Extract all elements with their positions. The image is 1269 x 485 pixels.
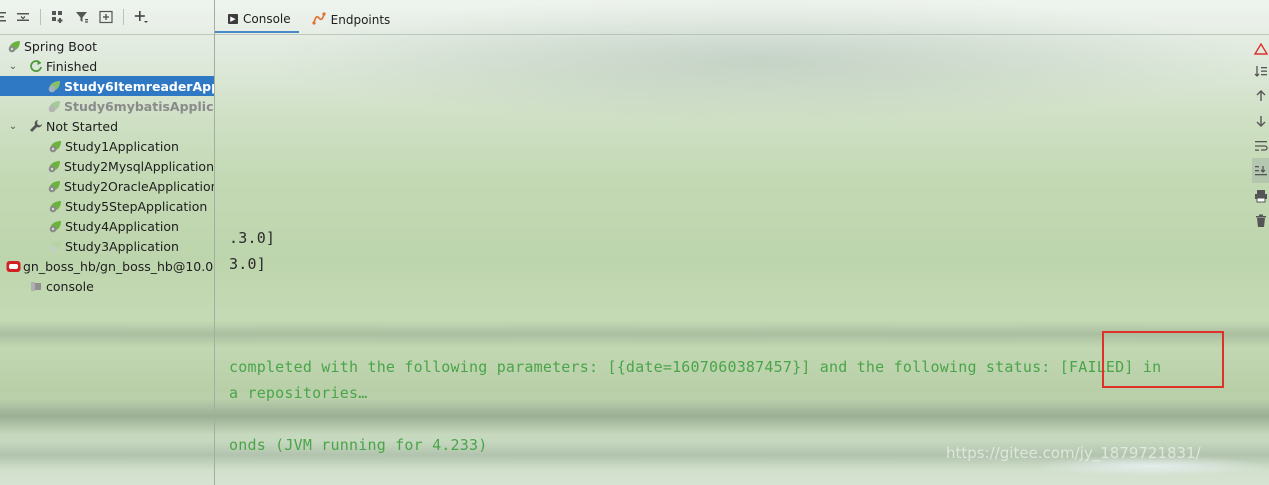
filter-icon[interactable] [71, 6, 93, 28]
tree-label: Study3Application [65, 238, 179, 254]
tab-endpoints[interactable]: Endpoints [299, 6, 399, 33]
soft-wrap-sort-icon[interactable] [1252, 58, 1269, 83]
add-icon[interactable] [130, 6, 152, 28]
scroll-to-end-icon[interactable] [1252, 158, 1269, 183]
tree-label: console [46, 278, 94, 294]
chevron-down-icon[interactable]: ⌄ [6, 121, 20, 132]
tree-label: Finished [46, 58, 98, 74]
collapse-all-icon[interactable] [12, 6, 34, 28]
expand-all-icon[interactable] [0, 6, 10, 28]
tree-item-study3[interactable]: Study3Application [0, 236, 214, 256]
services-toolbar [0, 0, 214, 35]
tree-label: Study4Application [65, 218, 179, 234]
console-output-line: a repositories… [229, 384, 368, 402]
spring-app-icon [47, 78, 62, 94]
spring-app-icon [47, 98, 62, 114]
tree-label: Study2MysqlApplication [64, 158, 214, 174]
tree-node-database[interactable]: gn_boss_hb/gn_boss_hb@10.0.25 [0, 256, 214, 276]
tree-item-study6mybatis[interactable]: Study6mybatisApplicatio [0, 96, 214, 116]
tree-label: Study2OracleApplication [64, 178, 214, 194]
tree-item-study2oracle[interactable]: Study2OracleApplication [0, 176, 214, 196]
soft-wrap-icon[interactable] [1252, 133, 1269, 158]
tree-label: Spring Boot [24, 38, 98, 54]
group-icon[interactable] [47, 6, 69, 28]
console-output-line: .3.0] [229, 229, 276, 247]
spring-app-icon [47, 138, 63, 154]
wrench-icon [28, 118, 44, 134]
tree-item-study2mysql[interactable]: Study2MysqlApplication [0, 156, 214, 176]
spring-app-icon [47, 178, 62, 194]
tree-item-console[interactable]: console [0, 276, 214, 296]
tree-node-not-started[interactable]: ⌄ Not Started [0, 116, 214, 136]
tree-node-spring-boot[interactable]: Spring Boot [0, 36, 214, 56]
spring-app-icon [47, 198, 63, 214]
console-output-line: 3.0] [229, 255, 266, 273]
rerun-icon [28, 58, 44, 74]
console-output-line: completed with the following parameters:… [229, 358, 1162, 376]
tree-node-finished[interactable]: ⌄ Finished [0, 56, 214, 76]
toolbar-separator [40, 9, 41, 25]
tree-label: Study5StepApplication [65, 198, 208, 214]
endpoints-icon [312, 11, 326, 28]
pane-divider[interactable] [214, 0, 215, 485]
tab-label: Console [243, 11, 291, 26]
watermark: https://gitee.com/jy_1879721831/ [946, 444, 1201, 462]
tab-label: Endpoints [330, 12, 391, 27]
down-arrow-icon[interactable] [1252, 108, 1269, 133]
tree-label: Study1Application [65, 138, 179, 154]
tree-item-study6itemreader[interactable]: Study6ItemreaderApplic [0, 76, 214, 96]
toolbar-separator [123, 9, 124, 25]
console-icon [28, 278, 44, 294]
tree-item-study4[interactable]: Study4Application [0, 216, 214, 236]
tool-tabs: ▶ Console Endpoints [215, 6, 1269, 35]
chevron-down-icon[interactable]: ⌄ [6, 61, 20, 72]
tab-console[interactable]: ▶ Console [215, 6, 299, 33]
tree-label: Not Started [46, 118, 119, 134]
console-output-line: onds (JVM running for 4.233) [229, 436, 488, 454]
spring-app-icon [47, 238, 63, 254]
tree-label: Study6mybatisApplicatio [64, 98, 214, 114]
tree-label: gn_boss_hb/gn_boss_hb@10.0.25 [23, 258, 214, 274]
services-tree: Spring Boot ⌄ Finished Study6ItemreaderA… [0, 36, 214, 485]
error-icon[interactable] [1252, 40, 1269, 58]
console-toolbar [1252, 40, 1269, 240]
oracle-database-icon [6, 258, 21, 274]
tree-item-study5step[interactable]: Study5StepApplication [0, 196, 214, 216]
tree-label: Study6ItemreaderApplic [64, 78, 214, 94]
spring-boot-icon [6, 38, 22, 54]
tree-item-study1[interactable]: Study1Application [0, 136, 214, 156]
new-configuration-icon[interactable] [95, 6, 117, 28]
trash-icon[interactable] [1252, 208, 1269, 233]
console-icon: ▶ [228, 13, 238, 24]
print-icon[interactable] [1252, 183, 1269, 208]
up-arrow-icon[interactable] [1252, 83, 1269, 108]
spring-app-icon [47, 218, 63, 234]
spring-app-icon [47, 158, 62, 174]
